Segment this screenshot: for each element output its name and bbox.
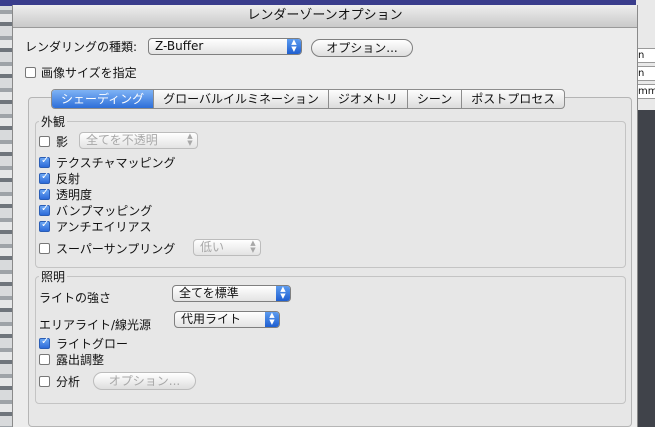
texture-mapping-checkbox[interactable] — [39, 155, 50, 168]
exposure-label: 露出調整 — [56, 353, 105, 367]
renderer-options-button[interactable]: オプション... — [311, 39, 413, 57]
shadow-checkbox[interactable] — [39, 136, 50, 147]
area-light-select[interactable]: 代用ライト ▲ ▼ — [174, 311, 280, 328]
analysis-checkbox[interactable] — [39, 376, 50, 387]
shadow-mode-select[interactable]: 全てを不透明 ▲ ▼ — [79, 132, 198, 149]
appearance-group-title: 外観 — [39, 113, 68, 130]
updown-arrows-icon: ▲ ▼ — [287, 39, 301, 54]
render-zone-options-dialog: レンダーゾーンオプション レンダリングの種類: Z-Buffer ▲ ▼ オプショ… — [12, 5, 638, 427]
shadow-label: 影 — [56, 135, 69, 149]
tab-bar: シェーディング グローバルイルミネーション ジオメトリ シーン ポストプロセス — [51, 89, 566, 109]
tab-scene[interactable]: シーン — [408, 90, 463, 108]
tab-shading[interactable]: シェーディング — [52, 90, 155, 108]
background-field-fragment: n — [637, 66, 655, 81]
transparency-checkbox[interactable] — [39, 187, 50, 200]
bump-mapping-label: バンプマッピング — [56, 204, 153, 218]
area-light-value: 代用ライト — [181, 312, 242, 326]
exposure-checkbox[interactable] — [39, 354, 50, 365]
light-glow-label: ライトグロー — [56, 337, 129, 351]
tab-global-illumination[interactable]: グローバルイルミネーション — [154, 90, 329, 108]
renderer-type-label: レンダリングの種類: — [25, 40, 138, 54]
supersampling-label: スーパーサンプリング — [56, 242, 176, 256]
updown-arrows-icon: ▲ ▼ — [250, 239, 256, 254]
renderer-type-value: Z-Buffer — [155, 39, 204, 53]
tab-content-panel: 外観 影 全てを不透明 ▲▼ テクスチャマッピング 反射 透明度 バンプマッピン… — [28, 97, 632, 427]
updown-arrows-icon: ▲ ▼ — [276, 286, 290, 301]
updown-arrows-icon: ▲ ▼ — [265, 312, 279, 327]
background-field-fragment: mm — [637, 84, 655, 99]
texture-mapping-label: テクスチャマッピング — [56, 156, 176, 170]
light-intensity-value: 全てを標準 — [179, 286, 239, 300]
renderer-type-select[interactable]: Z-Buffer ▲ ▼ — [148, 38, 302, 55]
supersampling-level-value: 低い — [200, 240, 225, 254]
updown-arrows-icon: ▲ ▼ — [187, 132, 193, 147]
antialiasing-checkbox[interactable] — [39, 219, 50, 232]
light-intensity-select[interactable]: 全てを標準 ▲ ▼ — [172, 285, 291, 302]
window-title: レンダーゾーンオプション — [13, 5, 637, 28]
image-size-checkbox[interactable] — [25, 67, 36, 78]
light-intensity-label: ライトの強さ — [39, 291, 112, 305]
background-texture-left — [0, 0, 12, 427]
analysis-label: 分析 — [56, 375, 81, 389]
area-light-label: エリアライト/線光源 — [39, 318, 152, 332]
tab-geometry[interactable]: ジオメトリ — [329, 90, 408, 108]
analysis-options-button[interactable]: オプション... — [93, 372, 196, 390]
supersampling-level-select[interactable]: 低い ▲ ▼ — [193, 239, 261, 256]
bump-mapping-checkbox[interactable] — [39, 203, 50, 216]
antialiasing-label: アンチエイリアス — [56, 220, 152, 234]
reflection-label: 反射 — [56, 172, 81, 186]
background-field-fragment: n — [637, 48, 655, 63]
lighting-group-title: 照明 — [39, 268, 68, 285]
reflection-checkbox[interactable] — [39, 171, 50, 184]
tab-post-process[interactable]: ポストプロセス — [462, 90, 564, 108]
supersampling-checkbox[interactable] — [39, 243, 50, 254]
transparency-label: 透明度 — [56, 188, 93, 202]
light-glow-checkbox[interactable] — [39, 336, 50, 349]
background-right-area — [636, 0, 655, 427]
image-size-label: 画像サイズを指定 — [41, 66, 137, 80]
shadow-mode-value: 全てを不透明 — [86, 133, 158, 147]
